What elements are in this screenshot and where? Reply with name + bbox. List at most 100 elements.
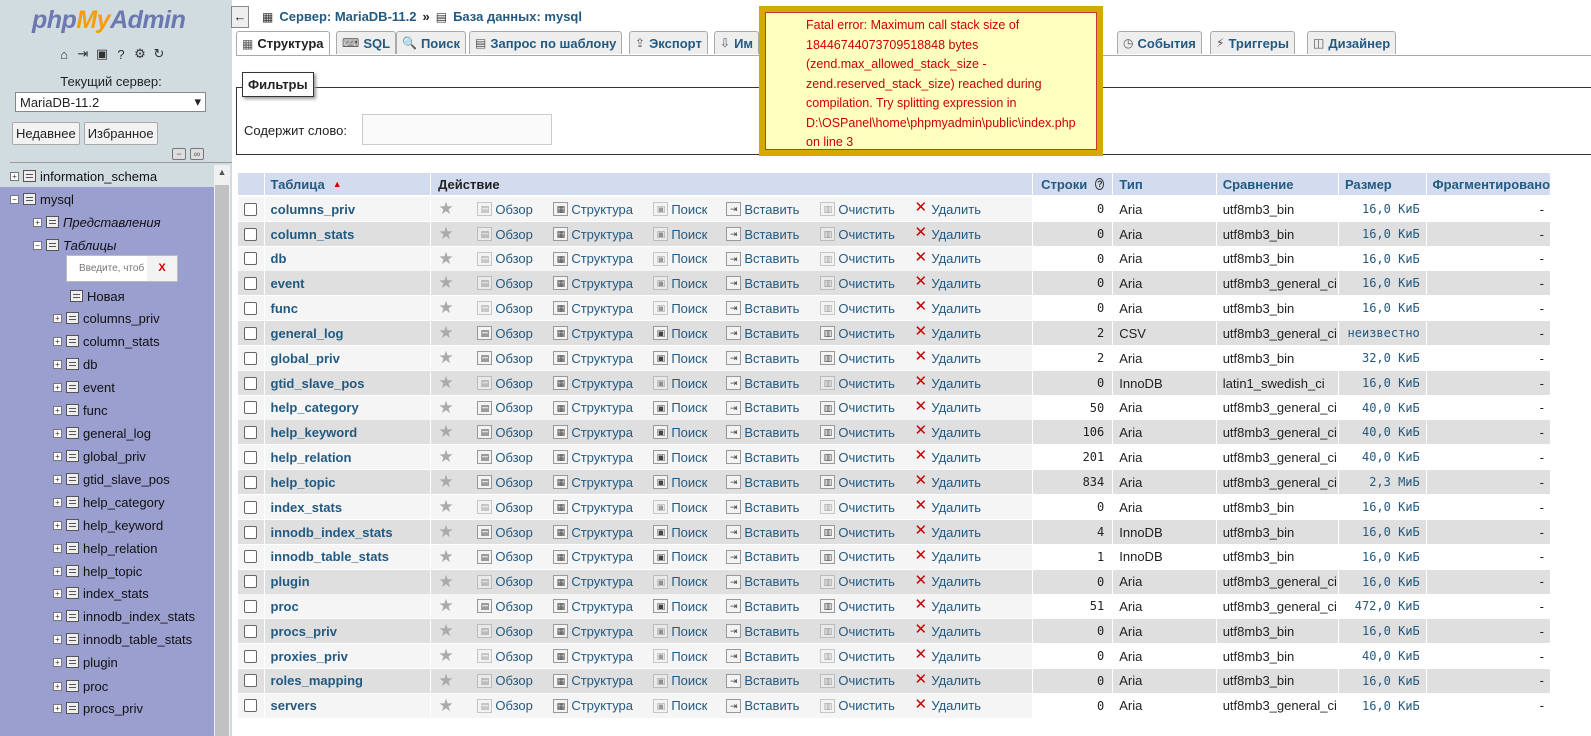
table-name[interactable]: help_topic [271, 475, 336, 490]
table-size-value[interactable]: 16,0 КиБ [1362, 550, 1420, 564]
help-icon[interactable]: ? [1095, 178, 1105, 190]
search-action[interactable]: ▣ Поиск [653, 525, 707, 540]
header-collation[interactable]: Сравнение [1216, 173, 1339, 195]
header-rows[interactable]: Строки? [1033, 173, 1114, 195]
table-name-link[interactable]: proxies_priv [264, 644, 432, 669]
table-name-link[interactable]: columns_priv [264, 197, 432, 221]
expand-icon[interactable]: + [53, 336, 62, 346]
browse-action[interactable]: ▤ Обзор [477, 574, 533, 589]
drop-action[interactable]: ✕ Удалить [913, 349, 981, 366]
tab-1[interactable]: ⌨ SQL [336, 31, 397, 54]
table-size-value[interactable]: 16,0 КиБ [1362, 699, 1420, 713]
table-name-link[interactable]: innodb_index_stats [264, 520, 432, 544]
table-name[interactable]: func [271, 301, 298, 316]
table-size-value[interactable]: 40,0 КиБ [1362, 450, 1420, 464]
tab-5[interactable]: ⇩ Им [714, 31, 760, 54]
structure-action[interactable]: ▦ Структура [553, 500, 633, 515]
structure-action[interactable]: ▦ Структура [553, 649, 633, 664]
table-name[interactable]: index_stats [271, 500, 343, 515]
favorite-star-icon[interactable]: ★ [438, 249, 453, 269]
insert-action[interactable]: ⇥ Вставить [726, 376, 799, 391]
favorite-star-icon[interactable]: ★ [438, 497, 453, 517]
table-size-value[interactable]: 16,0 КиБ [1362, 624, 1420, 638]
table-size[interactable]: 2,3 МиБ [1339, 470, 1427, 495]
home-icon[interactable]: ⌂ [56, 46, 72, 62]
tree-item[interactable]: + global_priv [53, 446, 146, 466]
search-action[interactable]: ▣ Поиск [653, 425, 707, 440]
search-action[interactable]: ▣ Поиск [653, 227, 707, 242]
row-checkbox[interactable] [244, 276, 258, 290]
tree-item[interactable]: − mysql [10, 189, 74, 209]
insert-action[interactable]: ⇥ Вставить [726, 400, 799, 415]
table-size[interactable]: 16,0 КиБ [1339, 544, 1427, 569]
reload-icon[interactable]: ↻ [151, 46, 167, 62]
search-action[interactable]: ▣ Поиск [653, 500, 707, 515]
table-size[interactable]: 16,0 КиБ [1339, 271, 1427, 296]
row-checkbox[interactable] [244, 550, 258, 563]
browse-action[interactable]: ▤ Обзор [477, 400, 533, 415]
table-name[interactable]: gtid_slave_pos [271, 376, 365, 391]
settings-icon[interactable]: ⚙ [132, 46, 148, 62]
drop-action[interactable]: ✕ Удалить [913, 548, 981, 565]
browse-action[interactable]: ▤ Обзор [477, 549, 533, 564]
search-action[interactable]: ▣ Поиск [653, 450, 707, 465]
header-table[interactable]: Таблица ▲ [264, 173, 432, 195]
browse-action[interactable]: ▤ Обзор [477, 227, 533, 242]
tree-item[interactable]: + general_log [53, 423, 151, 443]
table-size[interactable]: 40,0 КиБ [1339, 420, 1427, 445]
recent-tables-button[interactable]: Недавнее [12, 122, 80, 145]
table-size[interactable]: 16,0 КиБ [1339, 619, 1427, 644]
favorite-star-icon[interactable]: ★ [438, 224, 453, 244]
tab-9[interactable]: ◫ Дизайнер [1307, 31, 1397, 54]
drop-action[interactable]: ✕ Удалить [913, 423, 981, 440]
favorite-star-icon[interactable]: ★ [438, 422, 453, 442]
table-name-link[interactable]: event [264, 271, 432, 296]
structure-action[interactable]: ▦ Структура [553, 698, 633, 713]
table-size-value[interactable]: 16,0 КиБ [1362, 301, 1420, 315]
browse-action[interactable]: ▤ Обзор [477, 425, 533, 440]
table-name[interactable]: servers [271, 698, 317, 713]
browse-action[interactable]: ▤ Обзор [477, 276, 533, 291]
favorite-star-icon[interactable]: ★ [438, 398, 453, 418]
expand-icon[interactable]: + [53, 634, 62, 644]
insert-action[interactable]: ⇥ Вставить [726, 574, 799, 589]
row-checkbox[interactable] [244, 599, 258, 613]
drop-action[interactable]: ✕ Удалить [913, 250, 981, 267]
table-size[interactable]: 40,0 КиБ [1339, 644, 1427, 669]
tree-item[interactable]: + func [53, 400, 108, 420]
favorite-star-icon[interactable]: ★ [438, 348, 453, 368]
expand-icon[interactable]: + [53, 703, 62, 713]
structure-action[interactable]: ▦ Структура [553, 624, 633, 639]
search-action[interactable]: ▣ Поиск [653, 649, 707, 664]
tree-item[interactable]: + help_relation [53, 538, 157, 558]
tree-item[interactable]: Новая [70, 286, 125, 306]
header-overhead[interactable]: Фрагментировано [1426, 173, 1551, 195]
table-name-link[interactable]: help_category [264, 395, 432, 420]
empty-action[interactable]: ▥ Очистить [820, 698, 895, 713]
drop-action[interactable]: ✕ Удалить [913, 647, 981, 664]
table-name-link[interactable]: innodb_table_stats [264, 544, 432, 569]
tree-item[interactable]: + plugin [53, 652, 118, 672]
table-name[interactable]: db [271, 251, 287, 266]
tab-2[interactable]: 🔍 Поиск [396, 31, 466, 54]
table-size-value[interactable]: 16,0 КиБ [1362, 525, 1420, 539]
table-size[interactable]: 16,0 КиБ [1339, 520, 1427, 544]
insert-action[interactable]: ⇥ Вставить [726, 301, 799, 316]
docs-icon[interactable]: ? [113, 46, 129, 62]
browse-action[interactable]: ▤ Обзор [477, 475, 533, 490]
search-action[interactable]: ▣ Поиск [653, 673, 707, 688]
table-name-link[interactable]: index_stats [264, 495, 432, 520]
favorite-star-icon[interactable]: ★ [438, 298, 453, 318]
expand-icon[interactable]: + [53, 382, 62, 392]
structure-action[interactable]: ▦ Структура [553, 450, 633, 465]
drop-action[interactable]: ✕ Удалить [913, 324, 981, 341]
table-name-link[interactable]: roles_mapping [264, 668, 432, 693]
expand-icon[interactable]: + [53, 566, 62, 576]
empty-action[interactable]: ▥ Очистить [820, 649, 895, 664]
row-checkbox[interactable] [244, 376, 258, 390]
tree-filter-input[interactable]: Введите, чтоб X [66, 255, 178, 282]
structure-action[interactable]: ▦ Структура [553, 400, 633, 415]
table-size[interactable]: 40,0 КиБ [1339, 395, 1427, 420]
table-size-value[interactable]: 16,0 КиБ [1362, 252, 1420, 266]
browse-action[interactable]: ▤ Обзор [477, 624, 533, 639]
